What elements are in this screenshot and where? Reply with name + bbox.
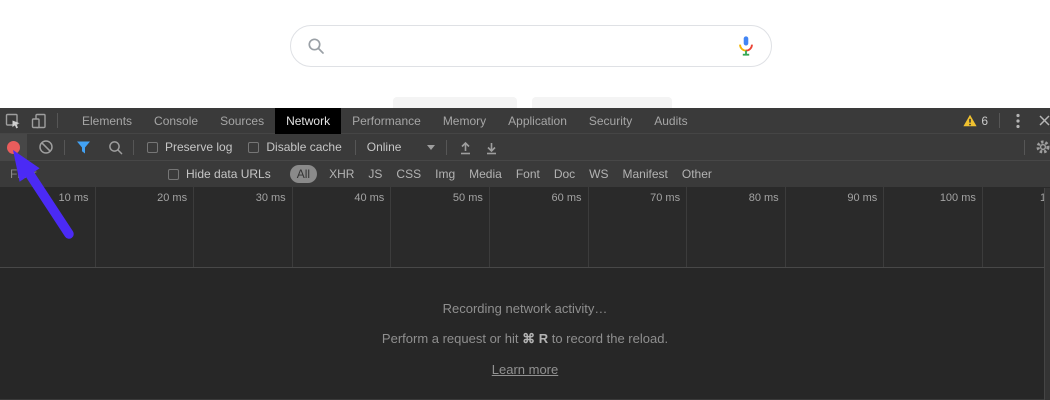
- network-toolbar: Preserve log Disable cache Online: [0, 134, 1050, 161]
- browser-page: [0, 0, 1050, 108]
- tick-label: 60 ms: [502, 192, 582, 204]
- learn-more-link[interactable]: Learn more: [492, 362, 558, 377]
- separator: [57, 113, 58, 128]
- tab-bar-right-controls: 6: [957, 108, 1050, 134]
- type-filter-doc[interactable]: Doc: [547, 167, 582, 181]
- checkbox-icon[interactable]: [147, 142, 158, 153]
- devtools-tabs: ElementsConsoleSourcesNetworkPerformance…: [71, 108, 699, 134]
- tab-audits[interactable]: Audits: [643, 108, 698, 134]
- empty-state-title: Recording network activity…: [0, 301, 1050, 316]
- tick-label: 10 ms: [9, 192, 89, 204]
- tick-label: 50 ms: [403, 192, 483, 204]
- throttling-value: Online: [367, 140, 402, 154]
- clear-button[interactable]: [33, 134, 59, 160]
- tick-label: 20 ms: [107, 192, 187, 204]
- devtools-panel: ElementsConsoleSourcesNetworkPerformance…: [0, 108, 1050, 400]
- inspect-element-icon[interactable]: [0, 108, 26, 134]
- scrollbar-gutter[interactable]: [1044, 188, 1050, 400]
- tab-network[interactable]: Network: [275, 108, 341, 134]
- type-filter-other[interactable]: Other: [675, 167, 719, 181]
- tick-label: 30 ms: [206, 192, 286, 204]
- network-empty-state: Recording network activity… Perform a re…: [0, 268, 1050, 399]
- chevron-down-icon: [427, 145, 435, 150]
- tick-label: 40 ms: [304, 192, 384, 204]
- type-filter-js[interactable]: JS: [361, 167, 389, 181]
- warning-badge[interactable]: 6: [957, 114, 994, 128]
- more-options-icon[interactable]: [1005, 108, 1031, 134]
- preserve-log-label: Preserve log: [165, 140, 232, 154]
- filter-input[interactable]: [10, 167, 160, 181]
- screenshot-root: ElementsConsoleSourcesNetworkPerformance…: [0, 0, 1050, 400]
- separator: [64, 140, 65, 155]
- separator: [999, 113, 1000, 128]
- tick-label: 80 ms: [699, 192, 779, 204]
- google-search-button[interactable]: [393, 97, 517, 108]
- timeline-gridline: [785, 187, 786, 267]
- separator: [446, 140, 447, 155]
- tab-elements[interactable]: Elements: [71, 108, 143, 134]
- search-requests-button[interactable]: [102, 134, 128, 160]
- separator: [355, 140, 356, 155]
- type-filter-css[interactable]: CSS: [389, 167, 428, 181]
- hide-data-urls-label: Hide data URLs: [186, 167, 271, 181]
- search-input[interactable]: [335, 38, 725, 55]
- tab-security[interactable]: Security: [578, 108, 643, 134]
- tab-application[interactable]: Application: [497, 108, 578, 134]
- tab-performance[interactable]: Performance: [341, 108, 432, 134]
- disable-cache-label: Disable cache: [266, 140, 341, 154]
- throttling-select[interactable]: Online: [367, 140, 436, 154]
- record-icon: [7, 141, 20, 154]
- resource-type-filters: All XHRJSCSSImgMediaFontDocWSManifestOthe…: [285, 165, 719, 183]
- device-toolbar-icon[interactable]: [26, 108, 52, 134]
- search-icon: [307, 37, 325, 55]
- tab-memory[interactable]: Memory: [432, 108, 497, 134]
- hide-data-urls-checkbox[interactable]: Hide data URLs: [168, 167, 271, 181]
- timeline-gridline: [390, 187, 391, 267]
- record-button[interactable]: [0, 134, 27, 160]
- settings-gear-icon[interactable]: [1030, 134, 1050, 160]
- tab-sources[interactable]: Sources: [209, 108, 275, 134]
- devtools-tab-bar: ElementsConsoleSourcesNetworkPerformance…: [0, 108, 1050, 134]
- filter-toggle-button[interactable]: [70, 134, 96, 160]
- timeline-gridline: [982, 187, 983, 267]
- close-devtools-icon[interactable]: [1031, 108, 1050, 134]
- separator: [133, 140, 134, 155]
- timeline-gridline: [883, 187, 884, 267]
- timeline-gridline: [489, 187, 490, 267]
- warning-icon: [963, 114, 977, 127]
- checkbox-icon[interactable]: [248, 142, 259, 153]
- warning-count: 6: [981, 114, 988, 128]
- separator: [1024, 140, 1025, 155]
- disable-cache-checkbox[interactable]: Disable cache: [248, 140, 341, 154]
- microphone-icon[interactable]: [735, 35, 757, 57]
- type-filter-manifest[interactable]: Manifest: [616, 167, 675, 181]
- timeline-gridline: [292, 187, 293, 267]
- timeline-gridline: [588, 187, 589, 267]
- type-filter-all[interactable]: All: [290, 165, 317, 183]
- timeline-gridline: [95, 187, 96, 267]
- timeline-gridline: [193, 187, 194, 267]
- timeline-area: 1 10 ms20 ms30 ms40 ms50 ms60 ms70 ms80 …: [0, 187, 1050, 268]
- type-filter-img[interactable]: Img: [428, 167, 462, 181]
- type-filter-media[interactable]: Media: [462, 167, 509, 181]
- timeline-gridline: [686, 187, 687, 267]
- checkbox-icon[interactable]: [168, 169, 179, 180]
- im-feeling-lucky-button[interactable]: [532, 97, 672, 108]
- type-filter-xhr[interactable]: XHR: [322, 167, 361, 181]
- google-search-bar[interactable]: [290, 25, 772, 67]
- export-har-button[interactable]: [478, 134, 504, 160]
- type-filter-ws[interactable]: WS: [582, 167, 615, 181]
- tick-label: 100 ms: [896, 192, 976, 204]
- import-har-button[interactable]: [452, 134, 478, 160]
- empty-state-hint: Perform a request or hit ⌘ R to record t…: [0, 331, 1050, 347]
- tick-label: 70 ms: [600, 192, 680, 204]
- keyboard-shortcut: ⌘ R: [522, 331, 548, 346]
- preserve-log-checkbox[interactable]: Preserve log: [147, 140, 232, 154]
- network-filter-bar: Hide data URLs All XHRJSCSSImgMediaFontDo…: [0, 161, 1050, 187]
- tab-console[interactable]: Console: [143, 108, 209, 134]
- type-filter-font[interactable]: Font: [509, 167, 547, 181]
- tick-label: 90 ms: [797, 192, 877, 204]
